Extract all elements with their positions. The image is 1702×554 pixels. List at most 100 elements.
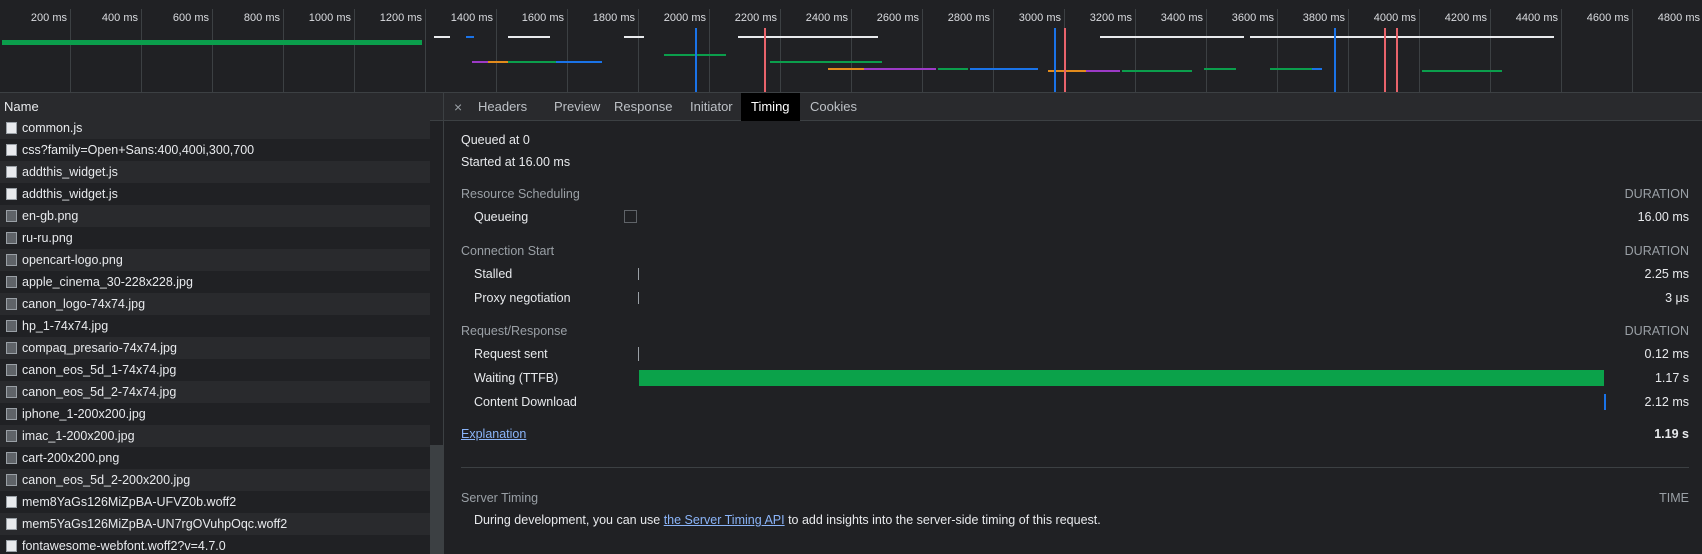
server-timing-title: Server Timing xyxy=(461,491,539,505)
overview-event-marker xyxy=(1396,28,1398,92)
overview-tick-label: 1200 ms xyxy=(379,12,422,24)
request-row[interactable]: canon_logo-74x74.jpg xyxy=(0,293,430,315)
overview-event-marker xyxy=(764,28,766,92)
file-icon xyxy=(6,496,17,508)
request-row[interactable]: imac_1-200x200.jpg xyxy=(0,425,430,447)
tab-cookies[interactable]: Cookies xyxy=(800,93,867,121)
request-sent-label: Request sent xyxy=(474,347,548,361)
request-row[interactable]: compaq_presario-74x74.jpg xyxy=(0,337,430,359)
overview-request-bar xyxy=(1312,68,1322,70)
image-icon xyxy=(6,276,17,288)
overview-request-bar xyxy=(624,36,644,38)
waiting-label: Waiting (TTFB) xyxy=(474,371,559,385)
request-name: mem5YaGs126MiZpBA-UN7rgOVuhpOqc.woff2 xyxy=(22,517,288,531)
request-name: mem8YaGs126MiZpBA-UFVZ0b.woff2 xyxy=(22,495,237,509)
request-row[interactable]: cart-200x200.png xyxy=(0,447,430,469)
overview-request-bar xyxy=(466,36,474,38)
request-row[interactable]: addthis_widget.js xyxy=(0,183,430,205)
section-request-response: Request/Response xyxy=(461,324,568,338)
overview-tick-label: 3400 ms xyxy=(1160,12,1203,24)
request-list-panel: Name common.js css?family=Open+Sans:400,4… xyxy=(0,93,444,554)
server-timing-api-link[interactable]: the Server Timing API xyxy=(664,513,785,527)
request-name: canon_eos_5d_2-200x200.jpg xyxy=(22,473,191,487)
overview-tick-label: 2800 ms xyxy=(947,12,990,24)
image-icon xyxy=(6,320,17,332)
request-name: opencart-logo.png xyxy=(22,253,123,267)
list-scrollbar-thumb[interactable] xyxy=(430,445,443,554)
tab-preview[interactable]: Preview xyxy=(544,93,610,121)
request-sent-bar xyxy=(638,347,639,361)
duration-header: DURATION xyxy=(1624,324,1689,338)
request-row[interactable]: mem8YaGs126MiZpBA-UFVZ0b.woff2 xyxy=(0,491,430,513)
request-row[interactable]: canon_eos_5d_2-74x74.jpg xyxy=(0,381,430,403)
overview-tick-label: 400 ms xyxy=(101,12,138,24)
tab-timing[interactable]: Timing xyxy=(741,93,800,121)
overview-tick-label: 3800 ms xyxy=(1302,12,1345,24)
overview-timeline[interactable]: 200 ms 400 ms 600 ms 800 ms 1000 ms 1200 ms 14… xyxy=(0,0,1702,93)
tab-headers[interactable]: Headers xyxy=(468,93,537,121)
request-row[interactable]: apple_cinema_30-228x228.jpg xyxy=(0,271,430,293)
request-row[interactable]: ru-ru.png xyxy=(0,227,430,249)
overview-request-bar xyxy=(502,61,556,63)
request-name: ru-ru.png xyxy=(22,231,73,245)
stalled-value: 2.25 ms xyxy=(1644,267,1689,281)
overview-tick-label: 600 ms xyxy=(172,12,209,24)
timing-view: Queued at 0 Started at 16.00 ms Resource… xyxy=(444,121,1702,554)
request-list: common.js css?family=Open+Sans:400,400i,3… xyxy=(0,117,430,554)
request-row[interactable]: canon_eos_5d_1-74x74.jpg xyxy=(0,359,430,381)
tab-response[interactable]: Response xyxy=(604,93,683,121)
overview-tick-label: 4200 ms xyxy=(1444,12,1487,24)
total-duration: 1.19 s xyxy=(1654,427,1689,441)
server-timing-note: During development, you can use the Serv… xyxy=(474,513,1101,527)
request-name: cart-200x200.png xyxy=(22,451,120,465)
duration-header: DURATION xyxy=(1624,244,1689,258)
close-icon[interactable]: × xyxy=(454,99,462,115)
explanation-link[interactable]: Explanation xyxy=(461,427,526,441)
image-icon xyxy=(6,342,17,354)
request-row[interactable]: iphone_1-200x200.jpg xyxy=(0,403,430,425)
overview-tick-label: 3000 ms xyxy=(1018,12,1061,24)
request-name: canon_eos_5d_1-74x74.jpg xyxy=(22,363,177,377)
file-icon xyxy=(6,166,17,178)
stalled-bar xyxy=(638,268,639,280)
overview-tick-label: 2600 ms xyxy=(876,12,919,24)
file-icon xyxy=(6,188,17,200)
file-icon xyxy=(6,518,17,530)
overview-tick-label: 2000 ms xyxy=(663,12,706,24)
overview-request-bar xyxy=(938,68,968,70)
request-row[interactable]: opencart-logo.png xyxy=(0,249,430,271)
request-row[interactable]: css?family=Open+Sans:400,400i,300,700 xyxy=(0,139,430,161)
overview-event-marker xyxy=(695,28,697,92)
request-row[interactable]: common.js xyxy=(0,117,430,139)
request-row[interactable]: fontawesome-webfont.woff2?v=4.7.0 xyxy=(0,535,430,554)
overview-request-bar xyxy=(1086,70,1120,72)
request-name: addthis_widget.js xyxy=(22,165,118,179)
overview-event-marker xyxy=(1334,28,1336,92)
overview-tick-label: 3600 ms xyxy=(1231,12,1274,24)
download-value: 2.12 ms xyxy=(1644,395,1689,409)
divider xyxy=(461,467,1689,468)
request-row[interactable]: hp_1-74x74.jpg xyxy=(0,315,430,337)
image-icon xyxy=(6,452,17,464)
request-name: en-gb.png xyxy=(22,209,79,223)
request-sent-value: 0.12 ms xyxy=(1644,347,1689,361)
request-row[interactable]: en-gb.png xyxy=(0,205,430,227)
tab-initiator[interactable]: Initiator xyxy=(680,93,743,121)
detail-tabs: × Headers Preview Response Initiator Tim… xyxy=(444,93,1702,121)
request-row[interactable]: canon_eos_5d_2-200x200.jpg xyxy=(0,469,430,491)
waiting-value: 1.17 s xyxy=(1654,371,1689,385)
image-icon xyxy=(6,430,17,442)
overview-request-bar xyxy=(2,40,422,45)
overview-tick-label: 800 ms xyxy=(243,12,280,24)
request-row[interactable]: mem5YaGs126MiZpBA-UN7rgOVuhpOqc.woff2 xyxy=(0,513,430,535)
overview-request-bar xyxy=(1400,36,1554,38)
proxy-label: Proxy negotiation xyxy=(474,291,571,305)
section-connection-start: Connection Start xyxy=(461,244,555,258)
overview-request-bar xyxy=(738,36,878,38)
image-icon xyxy=(6,254,17,266)
started-at: Started at 16.00 ms xyxy=(461,155,571,169)
overview-request-bar xyxy=(508,36,550,38)
overview-request-bar xyxy=(1422,70,1502,72)
request-row[interactable]: addthis_widget.js xyxy=(0,161,430,183)
image-icon xyxy=(6,474,17,486)
